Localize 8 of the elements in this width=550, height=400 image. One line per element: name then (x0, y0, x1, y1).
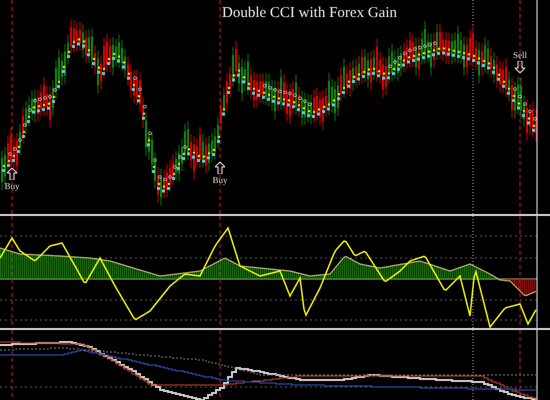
chart-title: Double CCI with Forex Gain (222, 5, 397, 22)
up-arrow-icon (215, 162, 225, 174)
down-arrow-icon (515, 61, 525, 73)
period-separator (472, 330, 474, 400)
up-arrow-icon (7, 168, 17, 180)
signal-label: Sell (512, 50, 527, 60)
signal-label: Buy (4, 181, 20, 191)
signal-label: Buy (212, 175, 228, 185)
